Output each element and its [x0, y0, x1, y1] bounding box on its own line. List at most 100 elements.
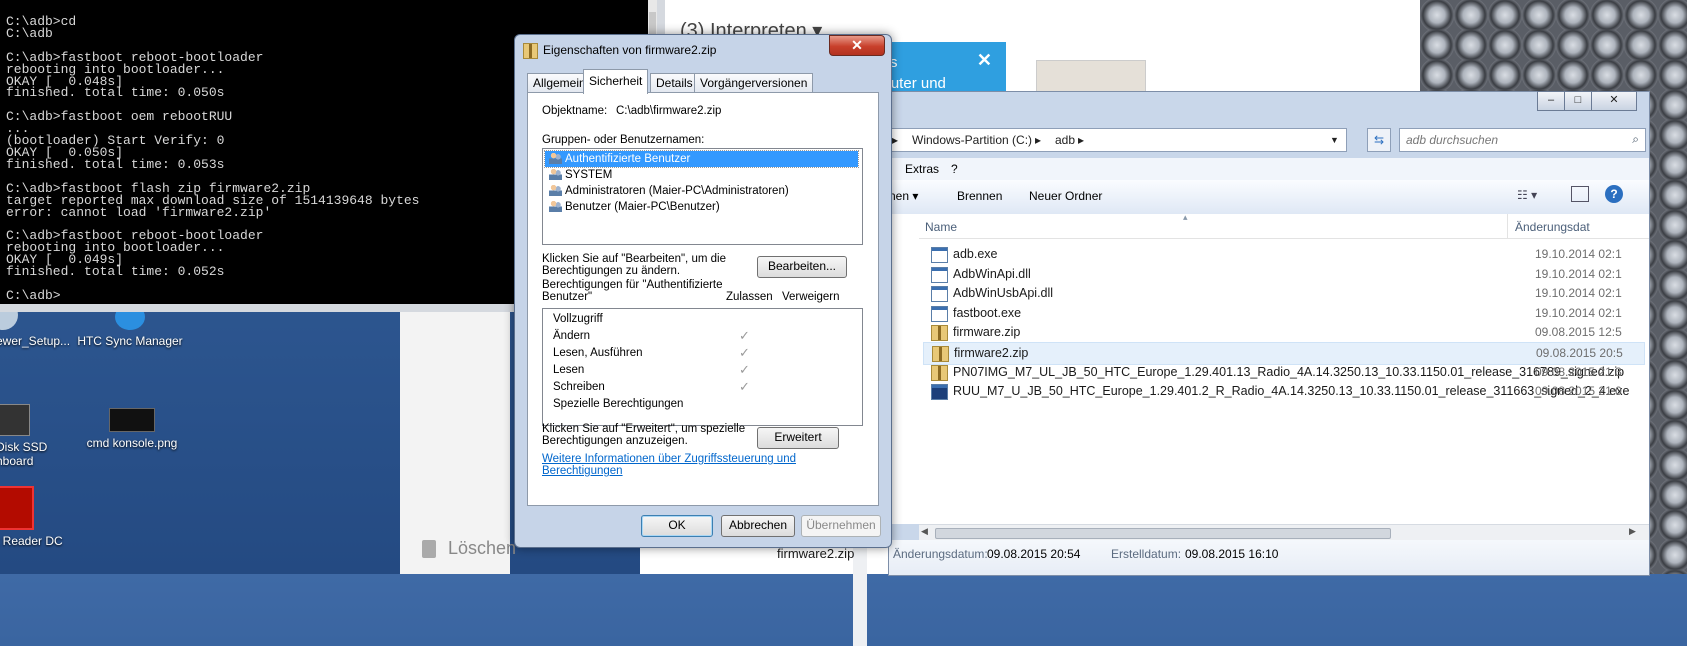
check-icon: ✓: [739, 379, 750, 394]
user-list[interactable]: Authentifizierte Benutzer SYSTEM Administr…: [542, 148, 863, 245]
user-group-icon: [549, 200, 562, 212]
user-name: Benutzer (Maier-PC\Benutzer): [565, 201, 720, 213]
maximize-button[interactable]: □: [1564, 91, 1592, 111]
permission-row: Ändern ✓: [543, 328, 860, 346]
check-icon: ✓: [739, 345, 750, 360]
image-file-icon: [109, 408, 155, 432]
file-name: fastboot.exe: [953, 305, 1022, 320]
tab-details[interactable]: Details: [650, 73, 699, 93]
view-options-icon[interactable]: ☷ ▾: [1517, 188, 1537, 202]
column-date[interactable]: Änderungsdat: [1515, 220, 1590, 234]
table-row[interactable]: AdbWinApi.dll 19.10.2014 02:1: [923, 264, 1643, 285]
advanced-button[interactable]: Erweitert: [757, 427, 839, 449]
permission-name: Spezielle Berechtigungen: [553, 398, 684, 410]
organize-button[interactable]: nen ▾: [889, 189, 918, 203]
check-icon: ✓: [739, 362, 750, 377]
search-input[interactable]: adb durchsuchen ⌕: [1399, 128, 1646, 152]
close-icon[interactable]: ✕: [977, 50, 992, 71]
menu-extras[interactable]: Extras: [905, 162, 939, 176]
zip-file-icon: [932, 346, 949, 362]
table-row[interactable]: fastboot.exe 19.10.2014 02:1: [923, 303, 1643, 324]
deny-column-label: Verweigern: [782, 291, 840, 303]
delete-label[interactable]: Löschen: [448, 538, 516, 559]
scroll-left-icon[interactable]: ◀: [921, 526, 928, 537]
permissions-list[interactable]: Vollzugriff Ändern ✓ Lesen, Ausführen ✓ Lesen…: [542, 308, 863, 426]
preview-pane-icon[interactable]: [1571, 186, 1589, 202]
dialog-title: Eigenschaften von firmware2.zip: [543, 43, 717, 57]
desktop-icon-label: t Reader DC: [0, 534, 63, 548]
cancel-button[interactable]: Abbrechen: [721, 515, 795, 537]
file-date: 19.10.2014 02:1: [1535, 247, 1622, 261]
column-name[interactable]: Name: [925, 220, 957, 234]
user-list-item[interactable]: Benutzer (Maier-PC\Benutzer): [545, 199, 858, 215]
cmd-line: finished. total time: 0.053s: [6, 156, 225, 172]
desktop-icon-label: HTC Sync Manager: [77, 334, 183, 348]
zip-file-icon: [523, 43, 538, 59]
permission-name: Lesen, Ausführen: [553, 347, 643, 359]
chevron-right-icon[interactable]: ▸: [1035, 133, 1041, 147]
desktop-icon-label: ewer_Setup...: [0, 334, 71, 348]
file-name: PN07IMG_M7_UL_JB_50_HTC_Europe_1.29.401.…: [953, 364, 1625, 379]
file-name: AdbWinApi.dll: [953, 266, 1031, 281]
column-header: Name ▴ Änderungsdat: [919, 212, 1649, 239]
breadcrumb-adb[interactable]: adb: [1055, 133, 1075, 147]
table-row[interactable]: firmware.zip 09.08.2015 12:5: [923, 322, 1643, 343]
table-row[interactable]: RUU_M7_U_JB_50_HTC_Europe_1.29.401.2_R_R…: [923, 381, 1643, 402]
close-button[interactable]: ✕: [829, 35, 885, 56]
desktop-icon-cmd-konsole[interactable]: cmd konsole.png: [82, 408, 182, 450]
sort-arrow-icon: ▴: [1183, 212, 1188, 222]
burn-button[interactable]: Brennen: [957, 189, 1002, 203]
tab-allgemein[interactable]: Allgemein: [527, 73, 592, 93]
scrollbar-thumb[interactable]: [935, 528, 1391, 539]
permissions-for-label: Berechtigungen für "Authentifizierte Ben…: [542, 279, 723, 303]
table-row[interactable]: PN07IMG_M7_UL_JB_50_HTC_Europe_1.29.401.…: [923, 362, 1643, 383]
user-list-item[interactable]: Authentifizierte Benutzer: [544, 150, 859, 168]
column-divider[interactable]: [1507, 214, 1508, 238]
user-list-item[interactable]: SYSTEM: [545, 167, 858, 183]
new-folder-button[interactable]: Neuer Ordner: [1029, 189, 1102, 203]
desktop-icon-acrobat-reader[interactable]: t Reader DC: [0, 486, 68, 548]
table-row[interactable]: AdbWinUsbApi.dll 19.10.2014 02:1: [923, 283, 1643, 304]
details-filename: firmware2.zip: [777, 546, 855, 561]
allow-column-label: Zulassen: [726, 291, 773, 303]
explorer-window: – □ ✕ ▸ Windows-Partition (C:) ▸ adb ▸ ▼…: [777, 91, 1650, 646]
cmd-line: finished. total time: 0.050s: [6, 85, 225, 101]
user-group-icon: [549, 168, 562, 180]
file-name: firmware.zip: [953, 325, 1021, 340]
file-name: firmware2.zip: [954, 346, 1029, 360]
help-icon[interactable]: ?: [1605, 185, 1623, 203]
tab-vorgaengerversionen[interactable]: Vorgängerversionen: [694, 73, 814, 93]
scroll-right-icon[interactable]: ▶: [1629, 526, 1636, 537]
breadcrumb-partition[interactable]: Windows-Partition (C:): [912, 133, 1032, 147]
permission-name: Lesen: [553, 364, 585, 376]
desktop-icon-ssd-dashboard[interactable]: Disk SSD hboard: [0, 404, 66, 468]
details-modified-value: 09.08.2015 20:54: [987, 547, 1081, 561]
edit-button[interactable]: Bearbeiten...: [757, 256, 847, 278]
chevron-right-icon[interactable]: ▸: [1078, 133, 1084, 147]
more-info-link[interactable]: Weitere Informationen über Zugriffssteue…: [542, 453, 878, 477]
apply-button[interactable]: Übernehmen: [801, 515, 881, 537]
user-list-item[interactable]: Administratoren (Maier-PC\Administratore…: [545, 183, 858, 199]
search-icon[interactable]: ⌕: [1632, 132, 1639, 147]
horizontal-scrollbar[interactable]: ◀ ▶: [919, 524, 1649, 541]
trash-icon: [422, 540, 436, 558]
close-button[interactable]: ✕: [1591, 91, 1637, 111]
permission-name: Ändern: [553, 330, 591, 342]
advanced-hint: Klicken Sie auf "Erweitert", um speziell…: [542, 423, 746, 447]
file-list: Name ▴ Änderungsdat adb.exe 19.10.2014 02…: [853, 212, 1649, 646]
chevron-right-icon[interactable]: ▸: [892, 133, 898, 147]
file-date: 09.08.2015 20:5: [1536, 346, 1623, 360]
menu-help[interactable]: ?: [951, 162, 958, 176]
ssd-icon: [0, 404, 30, 436]
dll-file-icon: [931, 266, 948, 283]
file-date: 09.08.2015 12:5: [1535, 325, 1622, 340]
chevron-down-icon[interactable]: ▼: [1330, 135, 1339, 145]
table-row[interactable]: adb.exe 19.10.2014 02:1: [923, 244, 1643, 265]
user-group-icon: [549, 152, 562, 164]
address-bar[interactable]: ▸ Windows-Partition (C:) ▸ adb ▸ ▼: [889, 128, 1347, 152]
exe-file-icon: [931, 305, 948, 322]
tab-sicherheit[interactable]: Sicherheit: [583, 69, 649, 94]
ok-button[interactable]: OK: [641, 515, 713, 537]
minimize-button[interactable]: –: [1537, 91, 1565, 111]
refresh-icon[interactable]: ⇆: [1367, 128, 1391, 152]
